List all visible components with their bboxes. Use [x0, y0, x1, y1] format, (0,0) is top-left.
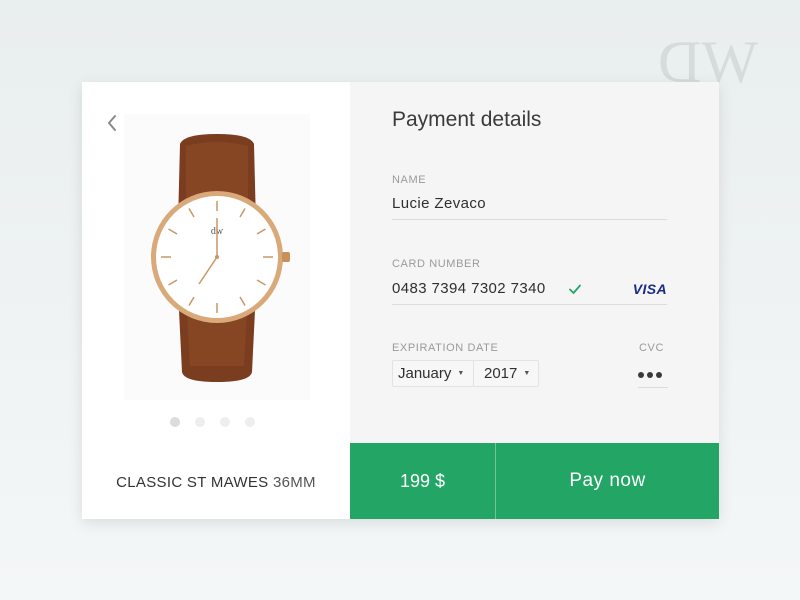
card-number-value: 0483 7394 7302 7340: [392, 280, 546, 297]
caret-down-icon: ▼: [457, 370, 465, 377]
checkout-card: dw CLASSIC ST MAWES 36MM Payment details…: [82, 82, 719, 519]
page-title: Payment details: [392, 108, 542, 131]
name-value: Lucie Zevaco: [392, 195, 487, 212]
cvc-field[interactable]: [638, 362, 668, 388]
name-label: NAME: [392, 174, 427, 186]
year-select[interactable]: 2017 ▼: [473, 360, 539, 387]
caret-down-icon: ▼: [523, 370, 531, 377]
carousel-dot[interactable]: [245, 417, 255, 427]
product-panel: dw CLASSIC ST MAWES 36MM: [82, 82, 350, 519]
name-field[interactable]: Lucie Zevaco: [392, 188, 667, 220]
back-button[interactable]: [100, 111, 124, 135]
chevron-left-icon: [108, 115, 116, 131]
watch-image: dw: [124, 114, 310, 400]
product-name: CLASSIC ST MAWES 36MM: [82, 474, 350, 491]
payment-panel: Payment details NAME Lucie Zevaco CARD N…: [350, 82, 719, 519]
month-value: January: [398, 365, 452, 382]
card-number-label: CARD NUMBER: [392, 258, 481, 270]
check-icon: [568, 284, 581, 294]
carousel-dot[interactable]: [220, 417, 230, 427]
carousel-dots: [170, 417, 255, 427]
product-size: 36MM: [272, 474, 316, 491]
payment-bar: 199 $ Pay now: [350, 443, 719, 519]
carousel-dot[interactable]: [170, 417, 180, 427]
price-display: 199 $: [350, 443, 496, 519]
carousel-dot[interactable]: [195, 417, 205, 427]
cvc-label: CVC: [639, 342, 665, 354]
expiration-selects: January ▼ 2017 ▼: [392, 360, 539, 387]
year-value: 2017: [484, 365, 518, 382]
expiration-label: EXPIRATION DATE: [392, 342, 499, 354]
pay-now-button[interactable]: Pay now: [496, 443, 719, 519]
product-title: CLASSIC ST MAWES: [116, 474, 269, 491]
visa-icon: VISA: [632, 280, 667, 297]
month-select[interactable]: January ▼: [392, 360, 474, 387]
card-number-field[interactable]: 0483 7394 7302 7340 VISA: [392, 273, 667, 305]
cvc-masked-value: [638, 371, 662, 378]
